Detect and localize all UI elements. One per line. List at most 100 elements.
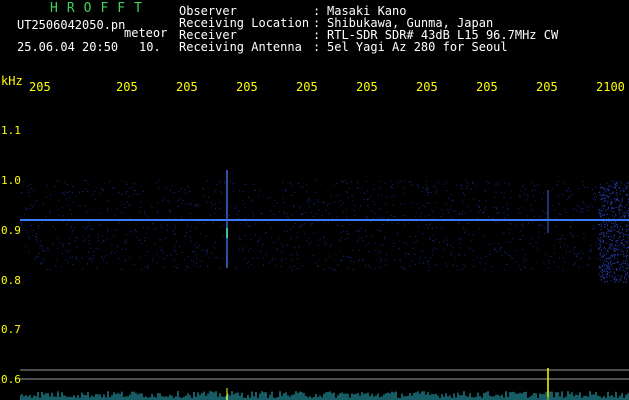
noise-speck <box>202 188 204 190</box>
noise-speck <box>283 211 284 213</box>
noise-speck <box>49 194 51 196</box>
noise-speck <box>511 191 513 193</box>
noise-speck <box>409 265 411 267</box>
noise-speck <box>175 250 177 252</box>
noise-speck <box>173 250 175 252</box>
noise-speck <box>162 249 164 251</box>
noise-speck <box>103 182 105 184</box>
noise-speck <box>618 244 620 246</box>
noise-speck <box>190 216 192 218</box>
noise-speck <box>76 196 77 198</box>
noise-speck <box>473 198 475 200</box>
noise-speck <box>614 262 616 264</box>
noise-speck <box>211 252 213 254</box>
noise-speck <box>600 270 602 272</box>
noise-speck <box>379 208 381 210</box>
noise-speck <box>254 266 256 268</box>
noise-speck <box>543 227 545 229</box>
noise-speck <box>373 201 375 202</box>
noise-speck <box>294 247 296 249</box>
noise-speck <box>460 183 462 185</box>
noise-speck <box>608 186 610 188</box>
noise-speck <box>239 190 241 191</box>
noise-speck <box>466 187 468 189</box>
noise-speck <box>183 259 185 261</box>
noise-speck <box>602 210 604 212</box>
noise-speck <box>471 188 472 190</box>
noise-speck <box>256 241 258 243</box>
noise-speck <box>439 241 440 243</box>
noise-speck <box>251 211 253 213</box>
noise-speck <box>626 186 628 188</box>
noise-speck <box>530 204 532 206</box>
noise-speck <box>57 238 59 240</box>
noise-speck <box>405 255 407 257</box>
noise-speck <box>509 223 511 225</box>
noise-speck <box>601 210 603 212</box>
noise-speck <box>187 186 189 188</box>
noise-speck <box>613 223 614 225</box>
noise-speck <box>255 189 257 191</box>
noise-speck <box>411 184 413 186</box>
noise-speck <box>494 196 495 198</box>
noise-speck <box>424 215 426 217</box>
noise-speck <box>20 221 22 223</box>
noise-speck <box>531 238 533 239</box>
noise-speck <box>363 192 365 194</box>
noise-speck <box>485 200 487 202</box>
noise-speck <box>621 222 622 224</box>
noise-speck <box>48 212 50 214</box>
noise-speck <box>615 268 617 270</box>
noise-speck <box>28 251 30 253</box>
noise-speck <box>610 204 612 206</box>
noise-speck <box>569 197 571 199</box>
noise-speck <box>450 217 452 219</box>
noise-speck <box>621 264 622 266</box>
noise-speck <box>367 198 369 200</box>
noise-speck <box>67 184 68 185</box>
noise-speck <box>404 215 406 217</box>
noise-speck <box>535 262 537 264</box>
y-tick-label: 1.1 <box>1 124 21 137</box>
noise-speck <box>611 214 613 216</box>
noise-speck <box>352 200 354 202</box>
noise-speck <box>616 242 618 244</box>
noise-speck <box>541 225 543 227</box>
noise-speck <box>622 211 624 213</box>
noise-speck <box>526 199 528 201</box>
noise-speck <box>195 254 197 255</box>
noise-speck <box>620 249 622 251</box>
noise-speck <box>614 183 616 185</box>
noise-speck <box>432 240 434 241</box>
noise-speck <box>101 235 103 236</box>
noise-speck <box>42 250 44 252</box>
noise-speck <box>340 237 342 239</box>
noise-speck <box>460 236 462 238</box>
noise-speck <box>147 250 149 252</box>
noise-speck <box>498 212 500 213</box>
noise-speck <box>284 213 285 215</box>
noise-speck <box>295 223 296 224</box>
noise-speck <box>620 279 622 281</box>
noise-speck <box>598 254 600 256</box>
noise-speck <box>493 207 494 208</box>
noise-speck <box>606 191 607 193</box>
noise-speck <box>496 183 498 185</box>
noise-speck <box>605 273 607 275</box>
noise-speck <box>428 215 430 217</box>
noise-speck <box>570 227 572 229</box>
noise-speck <box>624 281 626 283</box>
noise-speck <box>116 244 118 246</box>
noise-speck <box>623 244 625 246</box>
noise-speck <box>566 211 568 213</box>
noise-speck <box>574 262 576 264</box>
noise-speck <box>551 204 553 206</box>
noise-speck <box>519 212 521 213</box>
noise-speck <box>611 240 613 242</box>
noise-speck <box>609 268 611 270</box>
noise-speck <box>604 251 606 253</box>
noise-speck <box>619 225 621 227</box>
noise-speck <box>193 251 195 252</box>
noise-speck <box>189 191 190 193</box>
noise-speck <box>365 264 367 266</box>
